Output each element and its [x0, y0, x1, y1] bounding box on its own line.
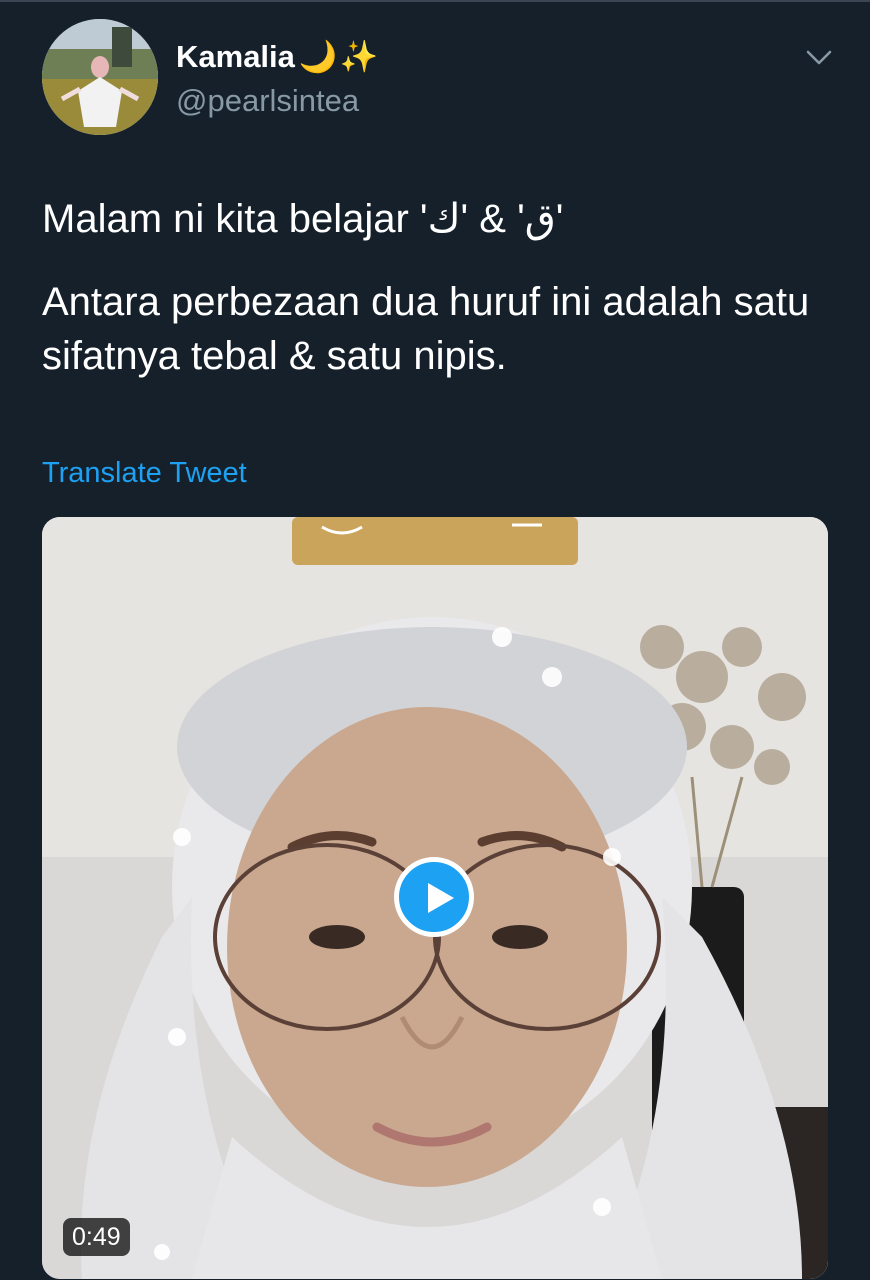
user-handle[interactable]: @pearlsintea — [176, 83, 359, 119]
tweet-page: Kamalia 🌙✨ @pearlsintea Malam ni kita bel… — [0, 0, 870, 1280]
crescent-moon-emoji: 🌙 — [298, 39, 338, 75]
tweet-text: Malam ni kita belajar 'ق' & 'ك' Antara p… — [42, 192, 832, 383]
avatar[interactable] — [42, 19, 158, 135]
video-player[interactable]: 0:49 — [42, 517, 828, 1279]
video-duration: 0:49 — [63, 1218, 130, 1256]
tweet-text-line-2: Antara perbezaan dua huruf ini adalah sa… — [42, 280, 810, 378]
display-name[interactable]: Kamalia 🌙✨ — [176, 38, 378, 75]
display-name-text[interactable]: Kamalia — [176, 39, 295, 74]
sparkles-emoji: ✨ — [339, 39, 379, 75]
tweet-text-line-1: Malam ni kita belajar 'ق' & 'ك' — [42, 197, 564, 241]
chevron-down-icon[interactable] — [802, 40, 836, 74]
play-icon[interactable] — [394, 857, 474, 937]
translate-tweet-link[interactable]: Translate Tweet — [42, 457, 247, 490]
